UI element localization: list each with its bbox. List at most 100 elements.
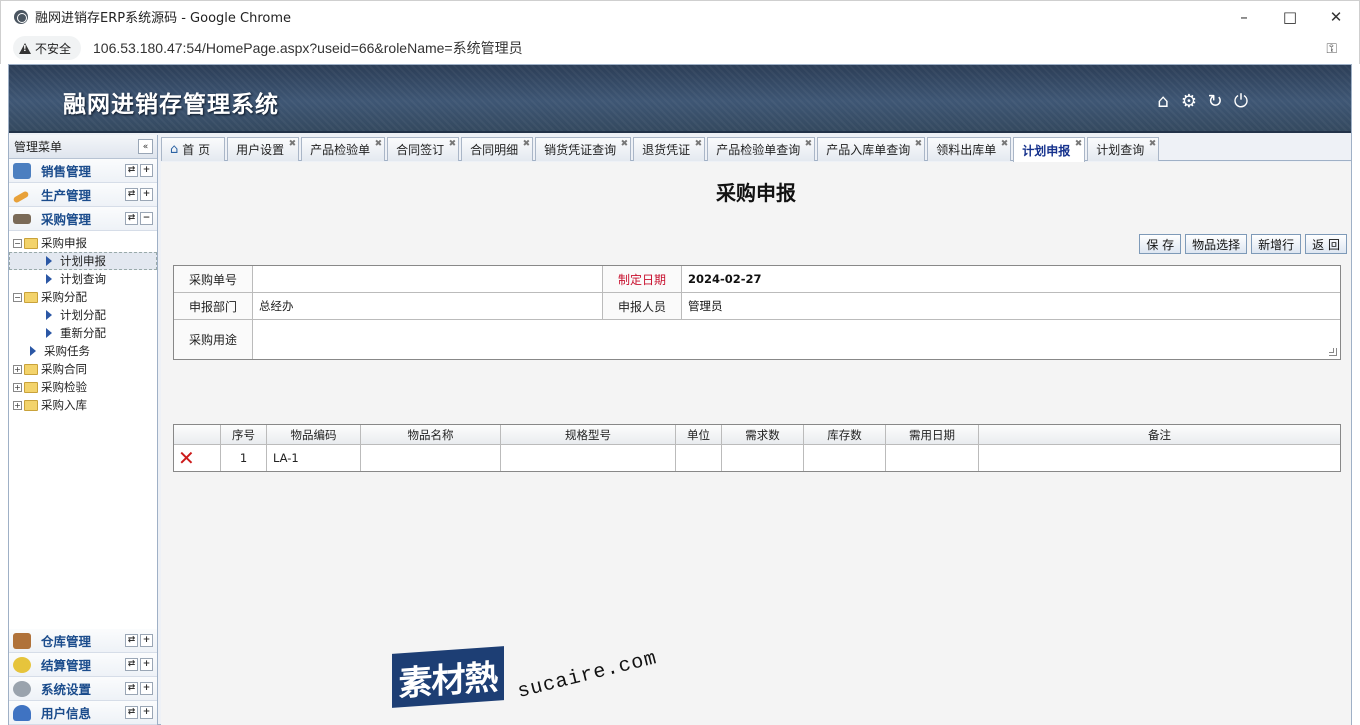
- refresh-group-icon[interactable]: ⇄: [125, 634, 138, 647]
- tree-node-plan-allocate[interactable]: 计划分配: [9, 306, 157, 324]
- expand-icon[interactable]: +: [140, 682, 153, 695]
- delete-row-button[interactable]: ✕: [174, 445, 221, 471]
- person-field[interactable]: 管理员: [682, 293, 1340, 319]
- collapse-sidebar-button[interactable]: «: [138, 139, 153, 154]
- refresh-group-icon[interactable]: ⇄: [125, 658, 138, 671]
- tree-node-purchase-inspect[interactable]: + 采购检验: [9, 378, 157, 396]
- sidebar-group-production[interactable]: 生产管理 ⇄ +: [9, 183, 157, 207]
- tree-node-purchase-contract[interactable]: + 采购合同: [9, 360, 157, 378]
- order-no-field[interactable]: [253, 266, 603, 292]
- tab-contract-detail[interactable]: 合同明细 ✖: [461, 137, 534, 161]
- tree-node-plan-query[interactable]: 计划查询: [9, 270, 157, 288]
- dept-field[interactable]: 总经办: [253, 293, 603, 319]
- truck-icon: [13, 213, 31, 224]
- expand-icon[interactable]: +: [140, 188, 153, 201]
- expand-node-icon[interactable]: +: [13, 364, 22, 374]
- close-tab-icon[interactable]: ✖: [523, 139, 531, 149]
- close-tab-icon[interactable]: ✖: [1001, 139, 1009, 149]
- expand-icon[interactable]: +: [140, 164, 153, 177]
- close-tab-icon[interactable]: ✖: [449, 139, 457, 149]
- tree-node-reallocate[interactable]: 重新分配: [9, 324, 157, 342]
- maximize-button[interactable]: □: [1267, 1, 1313, 33]
- tree-node-purchase-apply[interactable]: − 采购申报: [9, 234, 157, 252]
- tab-label: 合同明细: [470, 143, 519, 157]
- home-icon[interactable]: ⌂: [1153, 91, 1173, 112]
- tab-material-out[interactable]: 领料出库单 ✖: [927, 137, 1012, 161]
- back-button[interactable]: 返 回: [1305, 234, 1347, 254]
- form-row: 采购单号 制定日期 2024-02-27: [174, 266, 1340, 293]
- collapse-node-icon[interactable]: −: [13, 292, 22, 302]
- refresh-group-icon[interactable]: ⇄: [125, 682, 138, 695]
- refresh-group-icon[interactable]: ⇄: [125, 188, 138, 201]
- gear-icon[interactable]: ⚙: [1179, 91, 1199, 112]
- user-icon: [13, 704, 31, 721]
- cell-spec[interactable]: [501, 445, 676, 471]
- tree-node-plan-apply[interactable]: 计划申报: [9, 252, 157, 270]
- tab-label: 首 页: [182, 143, 211, 157]
- date-field[interactable]: 2024-02-27: [682, 266, 1340, 292]
- tab-user-settings[interactable]: 用户设置 ✖: [227, 137, 300, 161]
- window-title: 融网进销存ERP系统源码 - Google Chrome: [35, 11, 292, 26]
- close-tab-icon[interactable]: ✖: [1149, 139, 1157, 149]
- tab-contract-sign[interactable]: 合同签订 ✖: [387, 137, 460, 161]
- resize-grip-icon[interactable]: [1329, 348, 1337, 356]
- sidebar-group-warehouse[interactable]: 仓库管理 ⇄ +: [9, 629, 157, 653]
- tab-product-inspection[interactable]: 产品检验单 ✖: [301, 137, 386, 161]
- sidebar-group-purchase[interactable]: 采购管理 ⇄ −: [9, 207, 157, 231]
- folder-icon: [24, 399, 38, 411]
- key-icon[interactable]: ⚿: [1326, 41, 1337, 57]
- cell-code[interactable]: LA-1: [267, 445, 361, 471]
- tab-stockin-query[interactable]: 产品入库单查询 ✖: [817, 137, 926, 161]
- close-tab-icon[interactable]: ✖: [621, 139, 629, 149]
- save-button[interactable]: 保 存: [1139, 234, 1182, 254]
- tree-node-purchase-stockin[interactable]: + 采购入库: [9, 396, 157, 414]
- col-header-code: 物品编码: [267, 425, 361, 444]
- minimize-button[interactable]: –: [1221, 1, 1267, 33]
- add-row-button[interactable]: 新增行: [1251, 234, 1302, 254]
- refresh-group-icon[interactable]: ⇄: [125, 706, 138, 719]
- cell-demand[interactable]: [722, 445, 804, 471]
- sidebar-group-user[interactable]: 用户信息 ⇄ +: [9, 701, 157, 725]
- url-field[interactable]: 106.53.180.47:54/HomePage.aspx?useid=66&…: [93, 38, 523, 58]
- expand-icon[interactable]: +: [140, 634, 153, 647]
- sidebar-group-settlement[interactable]: 结算管理 ⇄ +: [9, 653, 157, 677]
- expand-icon[interactable]: +: [140, 706, 153, 719]
- tab-label: 计划查询: [1096, 143, 1145, 157]
- close-window-button[interactable]: ✕: [1313, 1, 1359, 33]
- purpose-textarea[interactable]: [253, 320, 1340, 359]
- tree-node-purchase-task[interactable]: 采购任务: [9, 342, 157, 360]
- cell-stock[interactable]: [804, 445, 886, 471]
- cell-date[interactable]: [886, 445, 979, 471]
- tab-plan-query[interactable]: 计划查询 ✖: [1087, 137, 1160, 161]
- refresh-group-icon[interactable]: ⇄: [125, 212, 138, 225]
- tab-home[interactable]: ⌂ 首 页: [161, 137, 226, 161]
- tab-return-voucher[interactable]: 退货凭证 ✖: [633, 137, 706, 161]
- sidebar-group-system[interactable]: 系统设置 ⇄ +: [9, 677, 157, 701]
- cell-remark[interactable]: [979, 445, 1340, 471]
- close-tab-icon[interactable]: ✖: [915, 139, 923, 149]
- tree-node-purchase-allocate[interactable]: − 采购分配: [9, 288, 157, 306]
- expand-node-icon[interactable]: +: [13, 400, 22, 410]
- security-chip[interactable]: 不安全: [13, 36, 82, 60]
- close-tab-icon[interactable]: ✖: [1075, 139, 1083, 149]
- collapse-node-icon[interactable]: −: [13, 238, 22, 248]
- refresh-icon[interactable]: ↻: [1205, 91, 1225, 112]
- select-item-button[interactable]: 物品选择: [1185, 234, 1248, 254]
- tab-inspection-query[interactable]: 产品检验单查询 ✖: [707, 137, 816, 161]
- expand-icon[interactable]: +: [140, 658, 153, 671]
- main-content: 采购申报 保 存 物品选择 新增行 返 回 采购单号 制定日期 2024-02-…: [161, 162, 1351, 725]
- collapse-icon[interactable]: −: [140, 212, 153, 225]
- close-tab-icon[interactable]: ✖: [289, 139, 297, 149]
- cell-unit[interactable]: [676, 445, 722, 471]
- tab-plan-apply[interactable]: 计划申报 ✖: [1013, 137, 1086, 162]
- expand-node-icon[interactable]: +: [13, 382, 22, 392]
- arrow-icon: [46, 310, 52, 320]
- close-tab-icon[interactable]: ✖: [805, 139, 813, 149]
- close-tab-icon[interactable]: ✖: [695, 139, 703, 149]
- sidebar-group-sales[interactable]: 销售管理 ⇄ +: [9, 159, 157, 183]
- cell-name[interactable]: [361, 445, 501, 471]
- power-icon[interactable]: ⏻: [1231, 91, 1251, 112]
- close-tab-icon[interactable]: ✖: [375, 139, 383, 149]
- refresh-group-icon[interactable]: ⇄: [125, 164, 138, 177]
- tab-sales-voucher-query[interactable]: 销货凭证查询 ✖: [535, 137, 632, 161]
